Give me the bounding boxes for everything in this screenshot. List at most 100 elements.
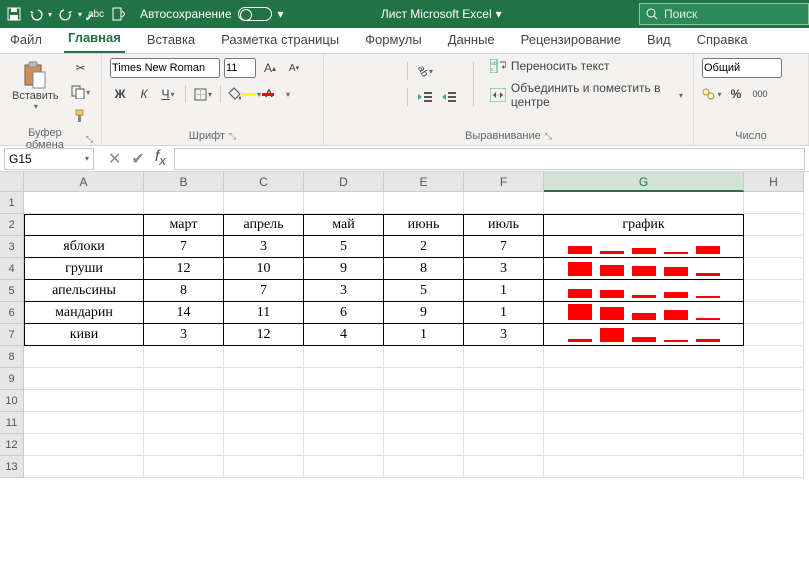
cell[interactable] [744,368,804,390]
tab-4[interactable]: Формулы [361,28,426,53]
search-box[interactable]: Поиск [639,3,809,25]
cell[interactable] [24,456,144,478]
align-center-button[interactable] [356,87,376,107]
clipboard-launcher-icon[interactable]: ⤡ [86,134,93,145]
cell[interactable]: 3 [144,324,224,346]
cell[interactable] [304,390,384,412]
autosave-switch-icon[interactable] [238,7,272,21]
column-header[interactable]: G [544,172,744,192]
title-dropdown-icon[interactable]: ▾ [496,7,502,21]
cell[interactable] [544,368,744,390]
percent-button[interactable]: % [726,84,746,104]
column-header[interactable]: F [464,172,544,192]
cell[interactable] [304,346,384,368]
cell[interactable] [304,456,384,478]
row-header[interactable]: 10 [0,390,24,412]
cell[interactable]: киви [24,324,144,346]
cell[interactable]: 1 [464,302,544,324]
redo-icon[interactable] [58,6,74,22]
row-header[interactable]: 5 [0,280,24,302]
cell[interactable] [744,434,804,456]
cell[interactable]: 3 [464,258,544,280]
alignment-launcher-icon[interactable]: ⤡ [545,131,552,142]
cell[interactable]: 9 [384,302,464,324]
cell[interactable] [544,456,744,478]
select-all-corner[interactable] [0,172,24,192]
cell[interactable]: груши [24,258,144,280]
cell[interactable] [544,324,744,346]
cell[interactable] [464,412,544,434]
number-format-select[interactable] [702,58,782,78]
cell[interactable]: 6 [304,302,384,324]
cell[interactable] [224,346,304,368]
fill-color-button[interactable]: ▾ [228,84,261,104]
cell[interactable] [144,346,224,368]
align-right-button[interactable] [380,87,400,107]
tab-2[interactable]: Вставка [143,28,199,53]
cell[interactable] [544,280,744,302]
cell[interactable]: 5 [304,236,384,258]
column-header[interactable]: H [744,172,804,192]
tab-0[interactable]: Файл [6,28,46,53]
underline-button[interactable]: Ч▾ [158,84,178,104]
save-icon[interactable] [6,6,22,22]
cell[interactable] [544,258,744,280]
cell[interactable]: 11 [224,302,304,324]
tab-6[interactable]: Рецензирование [517,28,625,53]
formula-bar[interactable] [174,148,805,170]
cell[interactable]: 3 [224,236,304,258]
cell[interactable] [24,390,144,412]
cell[interactable] [144,368,224,390]
cell[interactable] [144,456,224,478]
cell[interactable] [544,390,744,412]
row-header[interactable]: 1 [0,192,24,214]
tab-1[interactable]: Главная [64,26,125,53]
column-header[interactable]: E [384,172,464,192]
cell[interactable] [384,346,464,368]
tab-3[interactable]: Разметка страницы [217,28,343,53]
row-header[interactable]: 8 [0,346,24,368]
row-header[interactable]: 7 [0,324,24,346]
comma-style-button[interactable]: 000 [750,84,770,104]
row-header[interactable]: 13 [0,456,24,478]
cell[interactable] [744,346,804,368]
align-left-button[interactable] [332,87,352,107]
cell[interactable] [744,456,804,478]
cell[interactable] [464,192,544,214]
cell[interactable] [464,390,544,412]
cell[interactable] [384,412,464,434]
cell[interactable] [544,236,744,258]
cell[interactable]: 7 [144,236,224,258]
cell[interactable] [24,412,144,434]
cell[interactable]: 14 [144,302,224,324]
italic-button[interactable]: К [134,84,154,104]
row-header[interactable]: 11 [0,412,24,434]
borders-button[interactable]: ▾ [193,84,213,104]
cell[interactable] [304,192,384,214]
cell[interactable] [144,390,224,412]
cell[interactable] [744,258,804,280]
cell[interactable] [224,390,304,412]
cell[interactable]: апрель [224,214,304,236]
cell[interactable]: май [304,214,384,236]
cell[interactable] [384,368,464,390]
cell[interactable] [744,236,804,258]
shrink-font-button[interactable]: A▾ [284,58,304,78]
cell[interactable] [384,192,464,214]
cell[interactable] [384,456,464,478]
font-color-button[interactable]: A▾ [265,84,290,104]
cell[interactable] [744,390,804,412]
row-header[interactable]: 2 [0,214,24,236]
row-header[interactable]: 9 [0,368,24,390]
cell[interactable] [744,280,804,302]
cell[interactable]: 9 [304,258,384,280]
cell[interactable] [224,412,304,434]
tab-5[interactable]: Данные [444,28,499,53]
cell[interactable] [224,192,304,214]
cell[interactable]: 1 [384,324,464,346]
cell[interactable] [224,456,304,478]
grow-font-button[interactable]: A▴ [260,58,280,78]
worksheet[interactable]: ABCDEFGH 12мартапрельмайиюньиюльграфик3я… [0,172,809,478]
font-launcher-icon[interactable]: ⤡ [229,131,236,142]
cell[interactable] [224,434,304,456]
